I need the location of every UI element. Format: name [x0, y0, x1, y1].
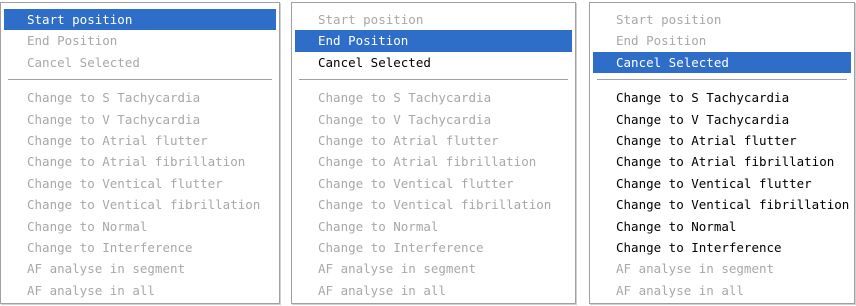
menu-item-start-position[interactable]: Start position	[4, 9, 276, 31]
menu-items: Start position End Position Cancel Selec…	[295, 9, 572, 301]
menu-item-change-atrial-flutter[interactable]: Change to Atrial flutter	[4, 130, 276, 151]
menu-item-change-v-tachycardia[interactable]: Change to V Tachycardia	[295, 109, 572, 130]
menu-item-cancel-selected[interactable]: Cancel Selected	[295, 52, 572, 73]
context-menu-cancel-selected: Start position End Position Cancel Selec…	[589, 2, 855, 304]
menu-item-cancel-selected[interactable]: Cancel Selected	[4, 52, 276, 73]
menu-item-change-atrial-flutter[interactable]: Change to Atrial flutter	[593, 130, 851, 151]
menu-separator	[4, 73, 276, 87]
menu-item-af-analyse-all[interactable]: AF analyse in all	[295, 280, 572, 301]
menu-item-change-atrial-fibrillation[interactable]: Change to Atrial fibrillation	[4, 151, 276, 172]
context-menu-start-selected: Start position End Position Cancel Selec…	[0, 2, 280, 304]
menu-item-change-normal[interactable]: Change to Normal	[593, 216, 851, 237]
menu-item-end-position[interactable]: End Position	[295, 30, 572, 52]
menu-item-change-atrial-fibrillation[interactable]: Change to Atrial fibrillation	[295, 151, 572, 172]
context-menu-end-selected: Start position End Position Cancel Selec…	[291, 2, 576, 304]
menu-item-change-s-tachycardia[interactable]: Change to S Tachycardia	[295, 87, 572, 108]
menu-item-af-analyse-all[interactable]: AF analyse in all	[4, 280, 276, 301]
menu-item-change-atrial-fibrillation[interactable]: Change to Atrial fibrillation	[593, 151, 851, 172]
menu-item-change-interference[interactable]: Change to Interference	[295, 237, 572, 258]
menu-separator	[593, 73, 851, 87]
menu-item-change-normal[interactable]: Change to Normal	[4, 216, 276, 237]
menu-item-start-position[interactable]: Start position	[295, 9, 572, 30]
menu-separator	[295, 73, 572, 87]
menu-item-change-ventical-fibrillation[interactable]: Change to Ventical fibrillation	[4, 194, 276, 215]
menu-item-change-interference[interactable]: Change to Interference	[4, 237, 276, 258]
menu-item-change-ventical-flutter[interactable]: Change to Ventical flutter	[4, 173, 276, 194]
menu-items: Start position End Position Cancel Selec…	[593, 9, 851, 301]
menu-item-change-ventical-fibrillation[interactable]: Change to Ventical fibrillation	[593, 194, 851, 215]
menu-item-change-s-tachycardia[interactable]: Change to S Tachycardia	[4, 87, 276, 108]
menu-item-change-v-tachycardia[interactable]: Change to V Tachycardia	[593, 109, 851, 130]
menu-items: Start position End Position Cancel Selec…	[4, 9, 276, 301]
menu-item-af-analyse-all[interactable]: AF analyse in all	[593, 280, 851, 301]
menu-item-change-interference[interactable]: Change to Interference	[593, 237, 851, 258]
menu-item-af-analyse-segment[interactable]: AF analyse in segment	[4, 258, 276, 279]
menu-item-change-atrial-flutter[interactable]: Change to Atrial flutter	[295, 130, 572, 151]
menu-item-change-ventical-fibrillation[interactable]: Change to Ventical fibrillation	[295, 194, 572, 215]
menu-item-af-analyse-segment[interactable]: AF analyse in segment	[295, 258, 572, 279]
menu-item-end-position[interactable]: End Position	[4, 30, 276, 51]
menu-item-start-position[interactable]: Start position	[593, 9, 851, 30]
menu-item-change-ventical-flutter[interactable]: Change to Ventical flutter	[593, 173, 851, 194]
menu-item-change-ventical-flutter[interactable]: Change to Ventical flutter	[295, 173, 572, 194]
menu-item-change-v-tachycardia[interactable]: Change to V Tachycardia	[4, 109, 276, 130]
menu-item-cancel-selected[interactable]: Cancel Selected	[593, 51, 851, 74]
menu-item-change-s-tachycardia[interactable]: Change to S Tachycardia	[593, 87, 851, 108]
menu-item-end-position[interactable]: End Position	[593, 30, 851, 51]
menu-item-af-analyse-segment[interactable]: AF analyse in segment	[593, 258, 851, 279]
menu-item-change-normal[interactable]: Change to Normal	[295, 216, 572, 237]
